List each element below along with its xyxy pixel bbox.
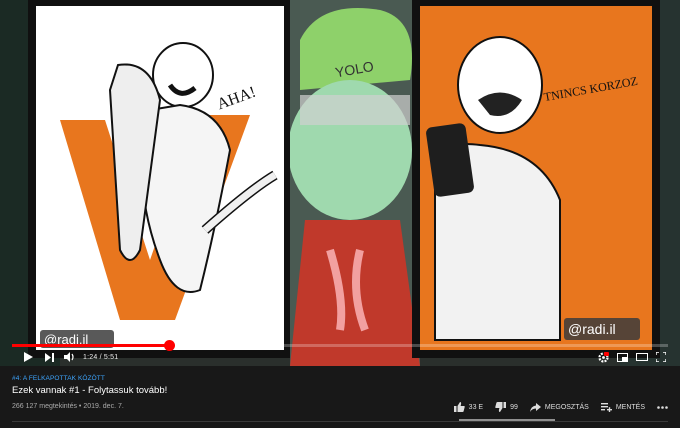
player-controls: 1:24 / 5:51: [0, 350, 680, 364]
left-card: AHA! @radi.il: [28, 0, 290, 358]
more-actions-button[interactable]: [657, 405, 668, 409]
thumbs-down-icon: [495, 402, 507, 412]
progress-played: [12, 344, 170, 347]
next-button[interactable]: [45, 352, 54, 362]
volume-button[interactable]: [64, 352, 75, 362]
add-to-playlist-icon: [600, 402, 612, 412]
view-stats: 266 127 megtekintés • 2019. dec. 7.: [12, 403, 124, 410]
action-bar: 33 E 99 MEGOSZTÁS MENTÉS: [453, 402, 668, 412]
video-meta: #4: A FELKAPOTTAK KÖZÖTT Ezek vannak #1 …: [12, 375, 672, 396]
volume-icon: [64, 352, 74, 362]
gear-icon: [598, 351, 609, 363]
thumbs-up-icon: [453, 402, 465, 412]
dislike-count: 99: [510, 403, 518, 411]
like-button[interactable]: 33 E: [453, 402, 484, 412]
right-card: TNINCS KORZOZ @radi.il: [412, 0, 660, 358]
middle-character: YOLO: [288, 0, 420, 366]
play-icon: [24, 352, 33, 362]
dislike-button[interactable]: 99: [495, 402, 518, 412]
trending-hashtag[interactable]: #4: A FELKAPOTTAK KÖZÖTT: [12, 375, 672, 382]
miniplayer-icon: [617, 352, 628, 362]
next-icon: [45, 352, 54, 362]
save-button[interactable]: MENTÉS: [600, 402, 645, 412]
fullscreen-button[interactable]: [656, 352, 666, 362]
fullscreen-icon: [656, 352, 666, 362]
share-button[interactable]: MEGOSZTÁS: [529, 402, 589, 412]
video-title: Ezek vannak #1 - Folytassuk tovább!: [12, 385, 168, 396]
share-icon: [529, 402, 541, 412]
progress-bar[interactable]: [12, 340, 668, 351]
save-label: MENTÉS: [615, 403, 645, 411]
like-count: 33 E: [468, 403, 484, 411]
settings-button[interactable]: [598, 351, 609, 363]
theater-button[interactable]: [636, 353, 648, 361]
share-label: MEGOSZTÁS: [544, 403, 589, 411]
watermark-right: @radi.il: [568, 321, 616, 337]
video-player[interactable]: YOLO AHA! @radi.il TNINCS KORZOZ @radi.i…: [0, 0, 680, 366]
miniplayer-button[interactable]: [617, 352, 628, 362]
time-display: 1:24 / 5:51: [83, 353, 119, 361]
more-horizontal-icon: [657, 405, 668, 409]
theater-icon: [636, 353, 648, 361]
divider: [12, 421, 668, 422]
video-frame: YOLO AHA! @radi.il TNINCS KORZOZ @radi.i…: [0, 0, 680, 366]
play-button[interactable]: [24, 352, 33, 362]
